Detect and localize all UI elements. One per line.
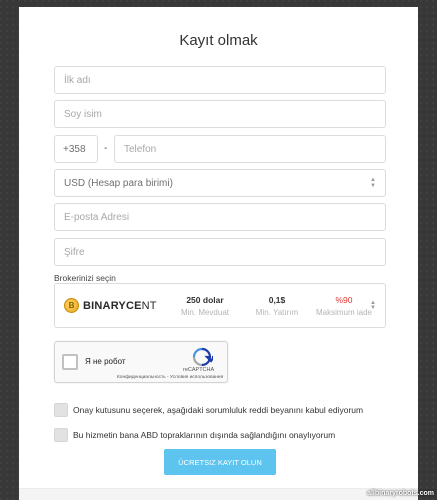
currency-select-value: USD (Hesap para birimi) (64, 177, 173, 189)
modal-footer (19, 488, 418, 500)
broker-logo-text: BINARYCENT (83, 300, 157, 312)
max-return: %90 Maksimum iade (313, 295, 375, 317)
min-deposit-value: 250 dolar (186, 295, 224, 305)
submit-button[interactable]: ÜCRETSIZ KAYIT OLUN (164, 449, 276, 475)
watermark: allbinaryrobots.com (367, 490, 434, 497)
broker-label: Brokerinizi seçin (54, 273, 116, 283)
recaptcha-links[interactable]: Конфиденциальность - Условия использован… (117, 375, 223, 380)
min-investment: 0,1$ Min. Yatırım (247, 295, 307, 317)
us-checkbox[interactable] (54, 428, 68, 442)
phone-separator: - (104, 143, 108, 154)
binarycent-logo: B BINARYCENT (64, 298, 157, 313)
coin-icon: B (64, 298, 79, 313)
recaptcha-icon (192, 347, 213, 367)
min-deposit-label: Min. Mevduat (180, 308, 230, 317)
updown-arrows-icon: ▲ ▼ (370, 177, 376, 189)
us-checkbox-label: Bu hizmetin bana ABD topraklarının dışın… (73, 430, 336, 440)
recaptcha-label: Я не робот (85, 357, 126, 366)
recaptcha-widget: Я не робот reCAPTCHA Конфиденциальность … (54, 341, 228, 383)
max-return-label: Maksimum iade (315, 308, 372, 317)
registration-modal: Kayıt olmak İlk adı Soy isim +358 - Tele… (19, 7, 418, 500)
us-checkbox-row[interactable]: Bu hizmetin bana ABD topraklarının dışın… (54, 428, 335, 442)
disclaimer-checkbox-label: Onay kutusunu seçerek, aşağıdaki sorumlu… (73, 405, 364, 415)
recaptcha-brand: reCAPTCHA (183, 367, 215, 373)
disclaimer-checkbox-row[interactable]: Onay kutusunu seçerek, aşağıdaki sorumlu… (54, 403, 363, 417)
broker-logo-bold: BINARYCE (83, 299, 142, 312)
updown-arrows-icon: ▲ ▼ (370, 300, 376, 311)
min-deposit: 250 dolar Min. Mevduat (175, 295, 235, 317)
last-name-input[interactable]: Soy isim (54, 100, 386, 128)
form-title: Kayıt olmak (179, 32, 258, 49)
password-input[interactable]: Şifre (54, 238, 386, 266)
currency-select[interactable]: USD (Hesap para birimi) ▲ ▼ (54, 169, 386, 197)
phone-input[interactable]: Telefon (114, 135, 386, 163)
min-investment-label: Min. Yatırım (255, 308, 299, 317)
disclaimer-checkbox[interactable] (54, 403, 68, 417)
broker-logo-light: NT (141, 299, 157, 312)
min-investment-value: 0,1$ (268, 295, 286, 305)
phone-code-input[interactable]: +358 (54, 135, 98, 163)
broker-select[interactable]: B BINARYCENT 250 dolar Min. Mevduat 0,1$… (54, 283, 386, 328)
email-input[interactable]: E-posta Adresi (54, 203, 386, 231)
max-return-value: %90 (335, 295, 353, 305)
recaptcha-checkbox[interactable] (62, 354, 78, 370)
first-name-input[interactable]: İlk adı (54, 66, 386, 94)
